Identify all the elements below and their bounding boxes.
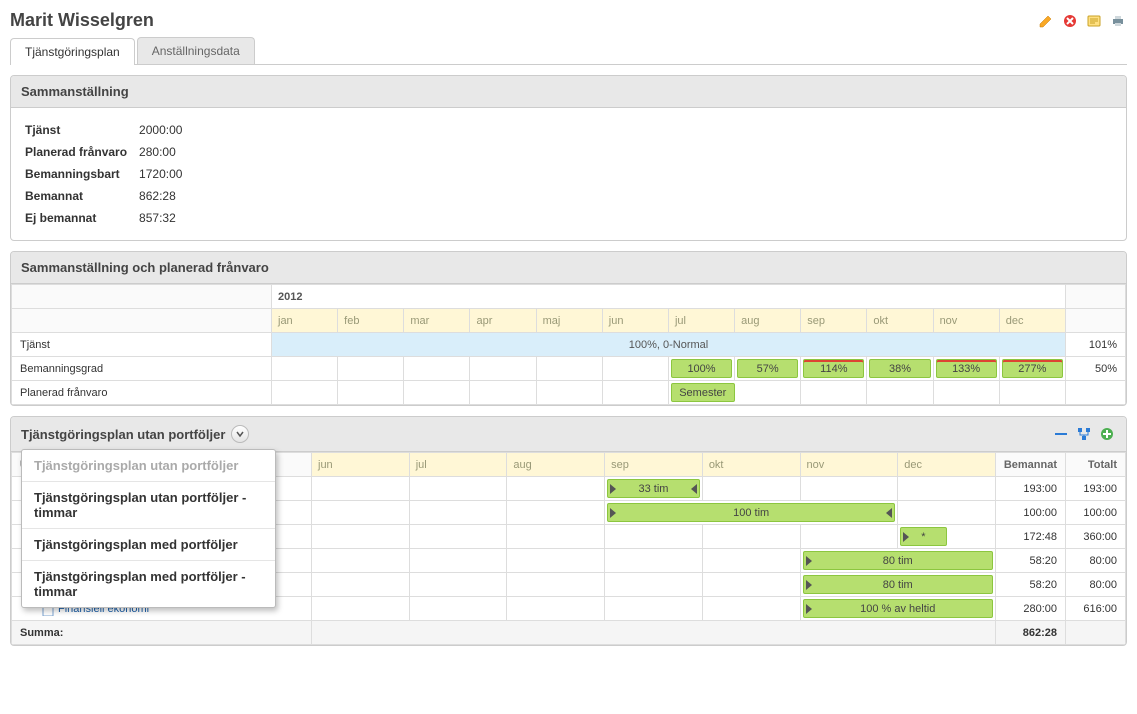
month-head: feb [338,309,404,333]
franvaro-label: Planerad frånvaro [12,381,272,405]
dropdown-item[interactable]: Tjänstgöringsplan utan portföljer [22,450,275,482]
bemgrad-total: 50% [1066,357,1126,381]
month-head: aug [735,309,801,333]
dropdown-item[interactable]: Tjänstgöringsplan med portföljer - timma… [22,561,275,607]
bemannat-value: 280:00 [996,597,1066,621]
collapse-icon[interactable] [1052,425,1070,443]
col-totalt: Totalt [1066,453,1126,477]
month-head: dec [999,309,1065,333]
header-toolbar [1037,12,1127,30]
summary-label: Planerad frånvaro [25,142,137,162]
summary-value: 1720:00 [139,164,192,184]
month-head: jul [409,453,507,477]
totalt-value: 80:00 [1066,573,1126,597]
tab-plan[interactable]: Tjänstgöringsplan [10,38,135,65]
summary-label: Tjänst [25,120,137,140]
summary-label: Bemanningsbart [25,164,137,184]
bemannat-value: 100:00 [996,501,1066,525]
franvaro-bar: Semester [671,383,735,402]
mission-bar[interactable]: 100 % av heltid [803,599,993,618]
summary-value: 280:00 [139,142,192,162]
bemannat-value: 58:20 [996,549,1066,573]
sum-label: Summa: [12,621,312,645]
bemgrad-cell: 114% [803,359,864,378]
summary-label: Ej bemannat [25,208,137,228]
summary-value: 2000:00 [139,120,192,140]
summary-table: Tjänst2000:00 Planerad frånvaro280:00 Be… [23,118,194,230]
month-head: jul [668,309,734,333]
timeline-table: 2012 jan feb mar apr maj jun jul aug sep… [11,284,1126,405]
summary-label: Bemannat [25,186,137,206]
print-icon[interactable] [1109,12,1127,30]
tabstrip: Tjänstgöringsplan Anställningsdata [10,37,1127,65]
summary-value: 857:32 [139,208,192,228]
month-head: nov [800,453,898,477]
add-icon[interactable] [1098,425,1116,443]
summary-title: Sammanställning [11,76,1126,108]
mission-bar[interactable]: 80 tim [803,551,993,570]
year-label: 2012 [272,285,1066,309]
mission-bar[interactable]: * [900,527,946,546]
totalt-value: 80:00 [1066,549,1126,573]
month-head: mar [404,309,470,333]
sum-row: Summa: 862:28 [12,621,1126,645]
tjanst-total: 101% [1066,333,1126,357]
dropdown-item[interactable]: Tjänstgöringsplan med portföljer [22,529,275,561]
dropdown-item[interactable]: Tjänstgöringsplan utan portföljer - timm… [22,482,275,529]
delete-icon[interactable] [1061,12,1079,30]
bemgrad-cell: 38% [869,359,930,378]
mission-bar[interactable]: 33 tim [607,479,700,498]
edit-icon[interactable] [1037,12,1055,30]
month-head: sep [605,453,703,477]
plan-panel: Tjänstgöringsplan utan portföljer Tjänst… [10,416,1127,646]
plan-title: Tjänstgöringsplan utan portföljer [21,427,225,442]
plan-dropdown-menu: Tjänstgöringsplan utan portföljer Tjänst… [21,449,276,608]
sum-value: 862:28 [996,621,1066,645]
totalt-value: 193:00 [1066,477,1126,501]
month-head: okt [867,309,933,333]
tree-icon[interactable] [1075,425,1093,443]
month-head: jun [602,309,668,333]
month-head: aug [507,453,605,477]
month-head: maj [536,309,602,333]
month-head: apr [470,309,536,333]
page-title: Marit Wisselgren [10,10,154,31]
bemannat-value: 58:20 [996,573,1066,597]
timeline-title: Sammanställning och planerad frånvaro [11,252,1126,284]
month-head: okt [702,453,800,477]
totalt-value: 360:00 [1066,525,1126,549]
month-head: dec [898,453,996,477]
tjanst-label: Tjänst [12,333,272,357]
bemgrad-label: Bemanningsgrad [12,357,272,381]
totalt-value: 616:00 [1066,597,1126,621]
month-head: jun [312,453,410,477]
note-icon[interactable] [1085,12,1103,30]
chevron-down-icon[interactable] [231,425,249,443]
bemgrad-cell: 133% [936,359,997,378]
timeline-panel: Sammanställning och planerad frånvaro 20… [10,251,1127,406]
tab-data[interactable]: Anställningsdata [137,37,255,64]
bemannat-value: 193:00 [996,477,1066,501]
month-head: sep [801,309,867,333]
col-bemannat: Bemannat [996,453,1066,477]
tjanst-bar: 100%, 0-Normal [272,333,1066,357]
mission-bar[interactable]: 80 tim [803,575,993,594]
month-head: nov [933,309,999,333]
mission-bar[interactable]: 100 tim [607,503,895,522]
month-head: jan [272,309,338,333]
bemgrad-cell: 57% [737,359,798,378]
bemgrad-cell: 277% [1002,359,1063,378]
summary-value: 862:28 [139,186,192,206]
totalt-value: 100:00 [1066,501,1126,525]
bemgrad-cell: 100% [671,359,732,378]
summary-panel: Sammanställning Tjänst2000:00 Planerad f… [10,75,1127,241]
bemannat-value: 172:48 [996,525,1066,549]
